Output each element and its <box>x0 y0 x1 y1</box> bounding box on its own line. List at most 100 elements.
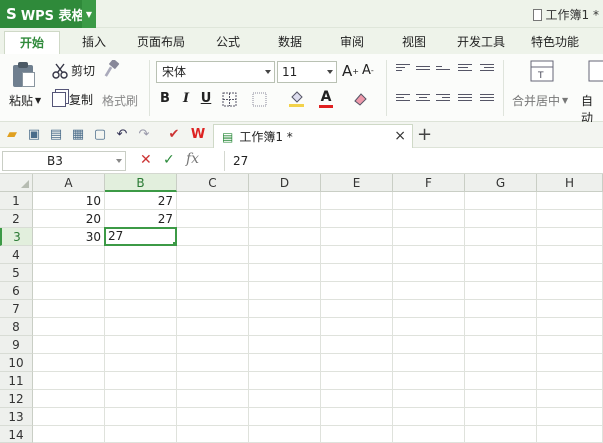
cell-h11[interactable] <box>537 372 603 390</box>
cell-e4[interactable] <box>321 246 393 264</box>
select-all-corner[interactable] <box>0 174 33 192</box>
cell-d5[interactable] <box>249 264 321 282</box>
tab-home[interactable]: 开始 <box>4 31 60 54</box>
cell-f5[interactable] <box>393 264 465 282</box>
cell-b4[interactable] <box>105 246 177 264</box>
cell-d11[interactable] <box>249 372 321 390</box>
increase-font-button[interactable]: A + <box>342 62 359 80</box>
merge-center-button[interactable]: 合并居中 ▼ <box>512 92 568 109</box>
align-top-icon[interactable] <box>396 64 410 76</box>
column-header-e[interactable]: E <box>321 174 393 192</box>
row-header-14[interactable]: 14 <box>0 426 33 443</box>
spreadsheet-grid[interactable]: A B C D E F G H 1 10 27 2 20 27 3 30 27 4 5 6 7 8 9 10 11 12 13 14 <box>0 174 603 443</box>
tab-page-layout[interactable]: 页面布局 <box>130 31 192 54</box>
cell-e7[interactable] <box>321 300 393 318</box>
formula-input[interactable]: 27 <box>224 151 603 171</box>
cell-f13[interactable] <box>393 408 465 426</box>
cell-c2[interactable] <box>177 210 249 228</box>
close-icon[interactable]: × <box>394 128 406 144</box>
cell-c4[interactable] <box>177 246 249 264</box>
cell-f14[interactable] <box>393 426 465 443</box>
cut-button[interactable]: 剪切 <box>52 62 95 79</box>
row-header-2[interactable]: 2 <box>0 210 33 228</box>
cell-g8[interactable] <box>465 318 537 336</box>
tab-developer[interactable]: 开发工具 <box>448 31 514 54</box>
cell-c10[interactable] <box>177 354 249 372</box>
cell-h4[interactable] <box>537 246 603 264</box>
cell-d6[interactable] <box>249 282 321 300</box>
cell-a13[interactable] <box>33 408 105 426</box>
cell-g7[interactable] <box>465 300 537 318</box>
cell-d3[interactable] <box>249 228 321 246</box>
tab-formulas[interactable]: 公式 <box>204 31 252 54</box>
row-header-13[interactable]: 13 <box>0 408 33 426</box>
cell-b9[interactable] <box>105 336 177 354</box>
tab-insert[interactable]: 插入 <box>70 31 118 54</box>
cell-d1[interactable] <box>249 192 321 210</box>
cell-g14[interactable] <box>465 426 537 443</box>
customize-toolbar-icon[interactable]: ✔ <box>166 127 182 143</box>
cell-h14[interactable] <box>537 426 603 443</box>
cell-b11[interactable] <box>105 372 177 390</box>
row-header-11[interactable]: 11 <box>0 372 33 390</box>
cell-a7[interactable] <box>33 300 105 318</box>
copy-button[interactable]: 复制 <box>52 91 93 108</box>
cell-h6[interactable] <box>537 282 603 300</box>
cell-f1[interactable] <box>393 192 465 210</box>
row-header-3[interactable]: 3 <box>0 228 33 246</box>
fill-color-icon[interactable] <box>288 91 306 108</box>
cell-b3[interactable]: 27 <box>104 227 177 246</box>
save-icon[interactable]: ▣ <box>26 127 42 143</box>
cell-f2[interactable] <box>393 210 465 228</box>
cell-style-icon[interactable] <box>252 92 267 107</box>
cell-c13[interactable] <box>177 408 249 426</box>
cell-a4[interactable] <box>33 246 105 264</box>
cell-c3[interactable] <box>177 228 249 246</box>
row-header-8[interactable]: 8 <box>0 318 33 336</box>
cell-g13[interactable] <box>465 408 537 426</box>
cell-d7[interactable] <box>249 300 321 318</box>
format-painter-button[interactable] <box>104 60 120 78</box>
cell-e14[interactable] <box>321 426 393 443</box>
cell-d12[interactable] <box>249 390 321 408</box>
confirm-edit-button[interactable]: ✓ <box>163 152 175 168</box>
cell-a6[interactable] <box>33 282 105 300</box>
cell-h9[interactable] <box>537 336 603 354</box>
cell-e12[interactable] <box>321 390 393 408</box>
cell-e5[interactable] <box>321 264 393 282</box>
cell-d9[interactable] <box>249 336 321 354</box>
cell-f11[interactable] <box>393 372 465 390</box>
merge-center-icon[interactable]: T <box>530 60 554 82</box>
cell-f6[interactable] <box>393 282 465 300</box>
underline-button[interactable]: U <box>198 90 214 108</box>
autowrap-icon[interactable] <box>588 60 603 82</box>
cell-f9[interactable] <box>393 336 465 354</box>
paste-button[interactable]: 粘贴 ▼ <box>9 92 41 109</box>
cell-d8[interactable] <box>249 318 321 336</box>
cell-c7[interactable] <box>177 300 249 318</box>
cell-a2[interactable]: 20 <box>33 210 105 228</box>
cell-e9[interactable] <box>321 336 393 354</box>
paste-icon[interactable] <box>10 62 36 88</box>
cell-b7[interactable] <box>105 300 177 318</box>
cell-c6[interactable] <box>177 282 249 300</box>
column-header-h[interactable]: H <box>537 174 603 192</box>
cell-h8[interactable] <box>537 318 603 336</box>
align-left-icon[interactable] <box>396 94 410 106</box>
cell-b12[interactable] <box>105 390 177 408</box>
cell-g10[interactable] <box>465 354 537 372</box>
row-header-6[interactable]: 6 <box>0 282 33 300</box>
align-right-icon[interactable] <box>436 94 450 106</box>
align-center-icon[interactable] <box>416 94 430 106</box>
cell-a9[interactable] <box>33 336 105 354</box>
cell-c8[interactable] <box>177 318 249 336</box>
cell-g1[interactable] <box>465 192 537 210</box>
cell-g6[interactable] <box>465 282 537 300</box>
column-header-f[interactable]: F <box>393 174 465 192</box>
cell-f10[interactable] <box>393 354 465 372</box>
name-box[interactable]: B3 <box>2 151 126 171</box>
cell-a14[interactable] <box>33 426 105 443</box>
tab-data[interactable]: 数据 <box>266 31 314 54</box>
cell-e6[interactable] <box>321 282 393 300</box>
cell-b2[interactable]: 27 <box>105 210 177 228</box>
